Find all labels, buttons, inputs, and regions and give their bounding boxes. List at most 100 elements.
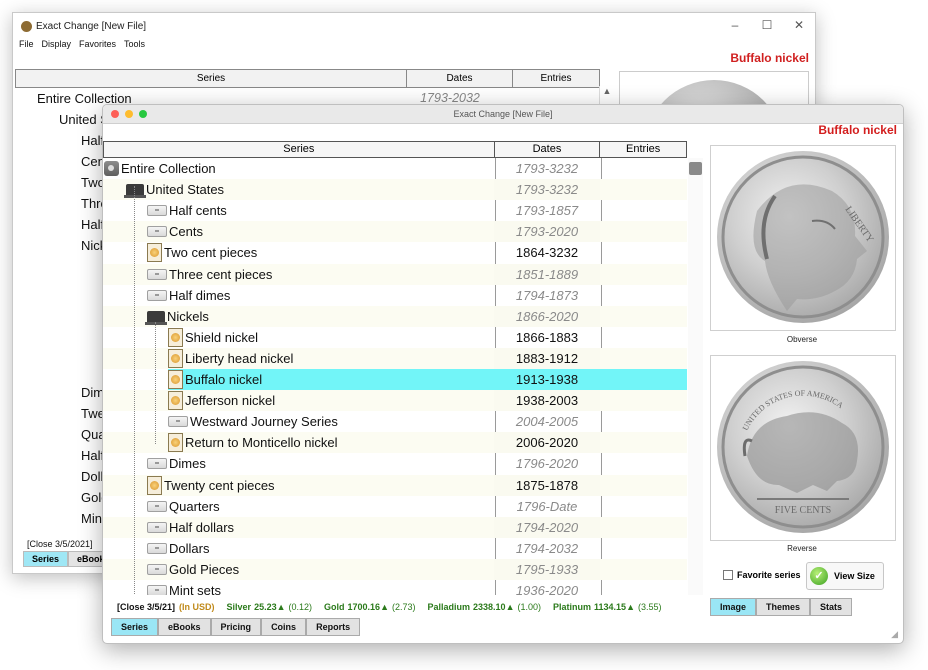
series-dates: 1796-2020 [515, 456, 579, 472]
bottom-tab-bar: Series eBooks Pricing Coins Reports [111, 618, 361, 636]
series-name: Mint sets [169, 583, 222, 595]
column-series[interactable]: Series [16, 70, 407, 87]
tree-row[interactable]: Two cent pieces 1864-3232 [103, 242, 687, 263]
series-dates: 1794-1873 [515, 287, 579, 303]
panel-tab-image[interactable]: Image [710, 598, 757, 616]
zoom-window-icon[interactable] [139, 110, 147, 118]
title-bar[interactable]: Exact Change [New File] [103, 105, 903, 124]
drawer-icon [147, 542, 167, 554]
tree-row[interactable]: Entire Collection 1793-3232 [103, 158, 687, 179]
checkbox-box[interactable] [723, 570, 733, 580]
metal-name: Platinum [553, 602, 592, 612]
scroll-up-icon[interactable]: ▲ [600, 86, 614, 96]
tree-row[interactable]: Jefferson nickel 1938-2003 [103, 390, 687, 412]
background-column-header: Series Dates Entries [15, 69, 600, 88]
menu-file[interactable]: File [19, 39, 34, 55]
view-size-button[interactable]: ✓ View Size [806, 562, 884, 590]
tree-row-label-wrap: Half dollars [147, 517, 494, 538]
series-dates: 1883-1912 [494, 347, 600, 369]
tree-row[interactable]: Shield nickel 1866-1883 [103, 327, 687, 348]
series-name: Quarters [169, 498, 220, 514]
tree-row-label-wrap: Two cent pieces [147, 242, 494, 263]
album-icon [168, 348, 183, 368]
tree-row[interactable]: Dollars 1794-2032 [103, 538, 687, 559]
tree-row[interactable]: Nickels 1866-2020 [103, 305, 687, 327]
tree-row[interactable]: Gold Pieces 1795-1933 [103, 558, 687, 580]
window-buttons [111, 110, 147, 118]
maximize-button[interactable]: ☐ [751, 13, 783, 39]
main-window[interactable]: Exact Change [New File] Buffalo nickel S… [102, 104, 904, 644]
series-name: Dollars [169, 540, 210, 556]
checkmark-icon: ✓ [810, 567, 828, 585]
tree-row[interactable]: Dimes 1796-2020 [103, 453, 687, 474]
drawer-icon [168, 416, 188, 428]
window-title: Exact Change [New File] [453, 109, 553, 119]
column-entries[interactable]: Entries [600, 142, 686, 157]
panel-tab-stats[interactable]: Stats [810, 598, 853, 616]
resize-grip-icon[interactable]: ◢ [891, 629, 898, 640]
background-title-bar[interactable]: Exact Change [New File] [13, 13, 815, 39]
metal-price-silver: Silver 25.23▲ (0.12) [227, 602, 313, 612]
series-dates: 1794-2020 [494, 516, 600, 538]
tree-guide-line [155, 322, 157, 444]
close-button[interactable]: ✕ [783, 13, 815, 39]
menu-favorites[interactable]: Favorites [79, 39, 116, 55]
drawer-icon [147, 289, 167, 301]
obverse-image-frame[interactable]: LIBERTY [710, 145, 896, 331]
metal-name: Silver [226, 602, 252, 612]
series-dates: 1793-1857 [515, 203, 579, 219]
tree-row[interactable]: Return to Monticello nickel 2006-2020 [103, 432, 687, 454]
series-dates: 1793-3232 [515, 161, 579, 176]
tab-coins[interactable]: Coins [261, 618, 307, 636]
menu-bar: File Display Favorites Tools [13, 39, 815, 55]
favorite-series-label: Favorite series [737, 570, 801, 580]
series-dates: 1795-1933 [494, 558, 600, 580]
tree-scrollbar[interactable] [688, 158, 703, 595]
series-name: United States [146, 182, 225, 198]
tree-row[interactable]: Mint sets 1936-2020 [103, 580, 687, 595]
tab-ebooks[interactable]: eBooks [158, 618, 211, 636]
tab-pricing[interactable]: Pricing [210, 618, 262, 636]
column-dates[interactable]: Dates [407, 70, 513, 87]
tree-row[interactable]: Half dimes 1794-1873 [103, 285, 687, 306]
minimize-button[interactable]: – [719, 13, 751, 39]
column-dates[interactable]: Dates [495, 142, 601, 157]
tree-row[interactable]: United States 1793-3232 [103, 179, 687, 201]
drawer-icon [147, 500, 167, 512]
background-series-name: Half [81, 133, 105, 148]
column-entries[interactable]: Entries [513, 70, 599, 87]
tab-series[interactable]: Series [23, 551, 69, 567]
minimize-window-icon[interactable] [125, 110, 133, 118]
tree-row[interactable]: Westward Journey Series 2004-2005 [103, 411, 687, 432]
series-dates: 1793-3232 [494, 179, 600, 201]
tab-series[interactable]: Series [111, 618, 159, 636]
series-name: Jefferson nickel [185, 393, 276, 409]
metal-price: 1134.15 [594, 602, 627, 612]
reverse-image-frame[interactable]: UNITED STATES OF AMERICA FIVE CENTS [710, 355, 896, 541]
metal-name: Palladium [427, 602, 471, 612]
series-name: Two cent pieces [164, 245, 258, 261]
tree-row[interactable]: Quarters 1796-Date [103, 496, 687, 517]
tree-row-selected[interactable]: Buffalo nickel 1913-1938 [103, 369, 687, 390]
menu-display[interactable]: Display [42, 39, 72, 55]
tree-row-label-wrap: Entire Collection [104, 158, 494, 179]
panel-tab-themes[interactable]: Themes [756, 598, 811, 616]
favorite-series-checkbox[interactable]: Favorite series [723, 570, 801, 580]
background-series-dates: 1793-2032 [420, 91, 480, 105]
series-name: Twenty cent pieces [164, 477, 275, 493]
background-series-name: Doll [81, 469, 104, 484]
tree-row[interactable]: Cents 1793-2020 [103, 221, 687, 243]
tree-row[interactable]: Half dollars 1794-2020 [103, 516, 687, 538]
up-arrow-icon: ▲ [505, 602, 515, 612]
tab-reports[interactable]: Reports [306, 618, 361, 636]
column-series[interactable]: Series [104, 142, 495, 157]
menu-tools[interactable]: Tools [124, 39, 145, 55]
tree-row[interactable]: Twenty cent pieces 1875-1878 [103, 474, 687, 496]
series-name: Nickels [167, 308, 209, 324]
panel-tab-bar: Image Themes Stats [710, 598, 853, 616]
close-window-icon[interactable] [111, 110, 119, 118]
tree-row[interactable]: Liberty head nickel 1883-1912 [103, 347, 687, 369]
tree-row[interactable]: Half cents 1793-1857 [103, 200, 687, 221]
tree-row[interactable]: Three cent pieces 1851-1889 [103, 263, 687, 285]
scrollbar-thumb[interactable] [689, 162, 702, 175]
